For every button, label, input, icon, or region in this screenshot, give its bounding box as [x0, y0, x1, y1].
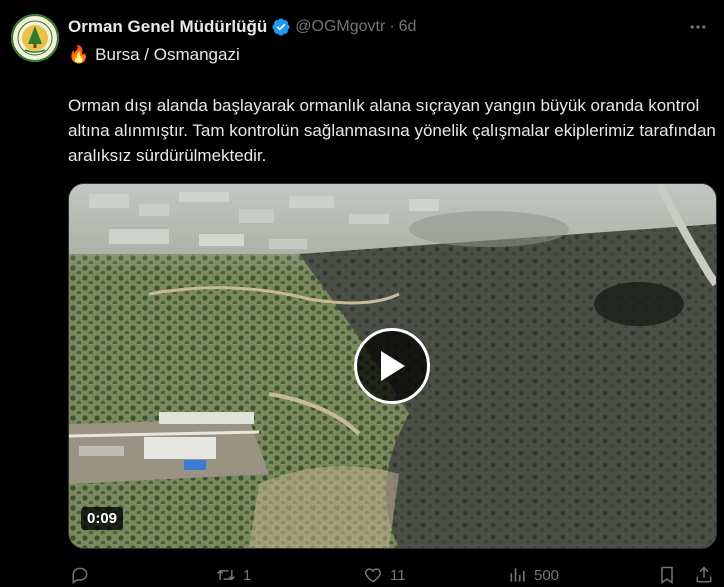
- location-text: Bursa / Osmangazi: [95, 45, 240, 64]
- author-handle[interactable]: @OGMgovtr: [295, 18, 385, 36]
- avatar[interactable]: [11, 14, 59, 62]
- analytics-icon: [510, 568, 525, 582]
- bookmark-button[interactable]: [657, 565, 677, 585]
- bookmark-icon: [661, 566, 673, 584]
- timestamp[interactable]: 6d: [399, 18, 417, 36]
- reply-icon: [72, 567, 88, 584]
- reply-button[interactable]: [70, 565, 96, 585]
- play-icon: [381, 351, 405, 381]
- video-duration: 0:09: [81, 507, 124, 530]
- like-button[interactable]: 11: [362, 565, 406, 585]
- share-icon: [696, 566, 712, 583]
- ellipsis-icon: [690, 25, 706, 29]
- verified-badge-icon: [271, 17, 291, 37]
- fire-icon: 🔥: [68, 45, 90, 64]
- retweet-button[interactable]: 1: [215, 565, 251, 585]
- retweet-count: 1: [243, 566, 252, 584]
- tweet-header: Orman Genel Müdürlüğü @OGMgovtr · 6d: [68, 16, 416, 38]
- more-options-button[interactable]: [687, 16, 709, 38]
- play-button[interactable]: [354, 328, 430, 404]
- action-bar: 1 11 500: [0, 565, 724, 587]
- video-player[interactable]: 0:09: [68, 183, 717, 549]
- author-name[interactable]: Orman Genel Müdürlüğü: [68, 17, 267, 37]
- like-count: 11: [390, 566, 406, 584]
- heart-icon: [364, 568, 382, 583]
- dot-separator: ·: [389, 18, 395, 35]
- retweet-icon: [217, 569, 235, 581]
- views-button[interactable]: 500: [508, 565, 559, 585]
- ogm-logo: [11, 14, 59, 62]
- share-button[interactable]: [694, 565, 714, 585]
- tweet-text: Orman dışı alanda başlayarak ormanlık al…: [68, 96, 716, 165]
- location-line: 🔥 Bursa / Osmangazi: [68, 44, 240, 66]
- views-count: 500: [534, 566, 560, 584]
